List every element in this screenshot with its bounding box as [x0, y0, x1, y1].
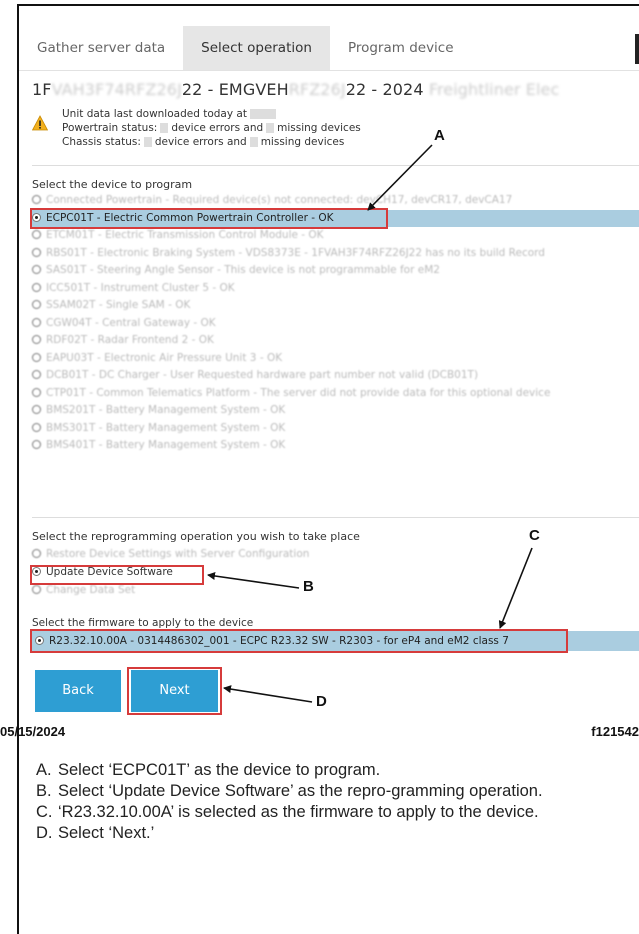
unit-header: 1FVAH3F74RFZ26J22 - EMGVEHRFZ26J22 - 202…: [32, 80, 639, 148]
callout-c: C: [529, 527, 540, 544]
powertrain-status: Powertrain status: device errors and missi…: [62, 122, 361, 134]
chassis-status: Chassis status: device errors and missing …: [62, 136, 345, 148]
device-row: SAS01T - Steering Angle Sensor - This de…: [32, 262, 639, 280]
download-line: Unit data last downloaded today at: [62, 107, 361, 121]
device-list: Connected Powertrain - Required device(s…: [32, 192, 639, 455]
device-row[interactable]: BMS301T - Battery Management System - OK: [32, 420, 639, 438]
footer-date: 05/15/2024: [0, 724, 66, 739]
device-section-label: Select the device to program: [32, 178, 193, 191]
unit-status: Unit data last downloaded today at Power…: [62, 107, 361, 149]
callout-b: B: [303, 578, 314, 595]
unit-title-part: 1F: [32, 80, 52, 99]
device-row[interactable]: SSAM02T - Single SAM - OK: [32, 297, 639, 315]
device-row[interactable]: RDF02T - Radar Frontend 2 - OK: [32, 332, 639, 350]
device-row: Connected Powertrain - Required device(s…: [32, 192, 639, 210]
device-row[interactable]: BMS401T - Battery Management System - OK: [32, 437, 639, 455]
unit-title-redacted: VAH3F74RFZ26J: [51, 80, 182, 99]
unit-title-redacted: RFZ26J: [288, 80, 346, 99]
highlight-box-b: [30, 565, 204, 585]
unit-title: 1FVAH3F74RFZ26J22 - EMGVEHRFZ26J22 - 202…: [32, 80, 639, 99]
highlight-box-d: [127, 667, 222, 715]
caption-c: C. ‘R23.32.10.00A’ is selected as the fir…: [36, 803, 539, 821]
caption-a: A. Select ‘ECPC01T’ as the device to prog…: [36, 761, 381, 779]
device-row[interactable]: CGW04T - Central Gateway - OK: [32, 315, 639, 333]
unit-title-part: 22 - 2024: [345, 80, 424, 99]
wizard-tabs: Gather server data Select operation Prog…: [19, 26, 639, 71]
device-row: CTP01T - Common Telematics Platform - Th…: [32, 385, 639, 403]
highlight-box-c: [30, 629, 568, 653]
op-section-label: Select the reprogramming operation you w…: [32, 530, 360, 543]
device-row: RBS01T - Electronic Braking System - VDS…: [32, 245, 639, 263]
callout-a: A: [434, 127, 445, 144]
divider: [32, 517, 639, 518]
figure-id: f121542: [591, 724, 639, 739]
callout-d: D: [316, 693, 327, 710]
device-row[interactable]: DCB01T - DC Charger - User Requested har…: [32, 367, 639, 385]
unit-title-part: 22 - EMGVEH: [181, 80, 289, 99]
operation-row[interactable]: Restore Device Settings with Server Conf…: [32, 545, 332, 563]
unit-title-redacted: Freightliner Elec: [428, 80, 560, 99]
device-row[interactable]: EAPU03T - Electronic Air Pressure Unit 3…: [32, 350, 639, 368]
back-button[interactable]: Back: [35, 670, 121, 712]
captions: A. Select ‘ECPC01T’ as the device to prog…: [36, 760, 626, 844]
caption-d: D. Select ‘Next.’: [36, 824, 155, 842]
device-row[interactable]: BMS201T - Battery Management System - OK: [32, 402, 639, 420]
warning-icon: [32, 115, 48, 131]
tab-gather-server-data[interactable]: Gather server data: [19, 26, 183, 70]
tab-select-operation[interactable]: Select operation: [183, 26, 330, 70]
device-row[interactable]: ICC501T - Instrument Cluster 5 - OK: [32, 280, 639, 298]
tab-program-device[interactable]: Program device: [330, 26, 472, 70]
highlight-box-a: [30, 208, 388, 229]
divider: [32, 165, 639, 166]
caption-b: B. Select ‘Update Device Software’ as the…: [36, 782, 543, 800]
scroll-edge: [635, 34, 639, 64]
fw-section-label: Select the firmware to apply to the devi…: [32, 617, 254, 629]
device-row[interactable]: ETCM01T - Electric Transmission Control …: [32, 227, 639, 245]
